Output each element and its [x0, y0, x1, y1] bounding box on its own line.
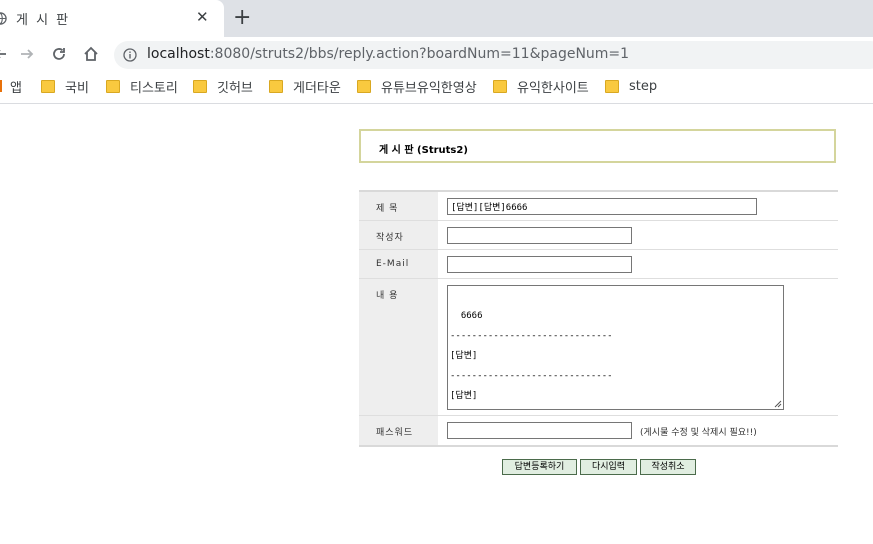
folder-icon — [193, 79, 207, 93]
reload-icon[interactable] — [50, 43, 68, 65]
bookmark-folder[interactable]: 국비 — [41, 77, 89, 96]
back-icon[interactable] — [0, 43, 8, 65]
folder-icon — [41, 79, 55, 93]
page-title: 게 시 판 (Struts2) — [379, 145, 468, 156]
password-hint: (게시물 수정 및 삭제시 필요!!) — [640, 428, 757, 438]
browser-tab[interactable]: 게 시 판 ✕ — [0, 0, 224, 37]
tab-strip: 게 시 판 ✕ + — [0, 0, 873, 37]
tab-title: 게 시 판 — [16, 13, 71, 28]
email-field[interactable] — [447, 256, 632, 273]
content-textarea[interactable]: 6666 ------------------------------ [답변]… — [447, 285, 784, 410]
cancel-button[interactable]: 작성취소 — [640, 459, 696, 475]
toolbar: localhost:8080/struts2/bbs/reply.action?… — [0, 37, 873, 71]
folder-icon — [106, 79, 120, 93]
bookmark-folder[interactable]: 유익한사이트 — [493, 77, 589, 96]
info-icon[interactable] — [123, 48, 137, 62]
reset-button[interactable]: 다시입력 — [580, 459, 637, 475]
password-field[interactable] — [447, 422, 632, 439]
folder-icon — [269, 79, 283, 93]
address-bar[interactable]: localhost:8080/struts2/bbs/reply.action?… — [114, 41, 873, 69]
new-tab-icon[interactable]: + — [233, 5, 251, 30]
bookmark-folder[interactable]: 티스토리 — [106, 77, 178, 96]
writer-field[interactable] — [447, 227, 632, 244]
folder-icon — [605, 79, 619, 93]
bookmark-apps[interactable]: 앱 — [0, 77, 22, 96]
folder-icon — [493, 79, 507, 93]
subject-label: 제 목 — [376, 204, 399, 214]
resize-grip-icon[interactable] — [774, 400, 782, 408]
form-bottom-border — [359, 445, 838, 447]
password-label: 패스워드 — [376, 428, 414, 438]
board-title-box: 게 시 판 (Struts2) — [359, 129, 836, 163]
home-icon[interactable] — [81, 43, 101, 65]
bookmark-folder[interactable]: 유튜브유익한영상 — [357, 77, 477, 96]
content-label: 내 용 — [376, 291, 399, 301]
bookmark-folder[interactable]: 게더타운 — [269, 77, 341, 96]
apps-icon — [0, 80, 2, 92]
folder-icon — [357, 79, 371, 93]
close-icon[interactable]: ✕ — [196, 8, 209, 26]
bookmark-folder[interactable]: step — [605, 77, 657, 95]
writer-label: 작성자 — [376, 233, 404, 243]
url-text: localhost:8080/struts2/bbs/reply.action?… — [147, 46, 630, 62]
subject-field[interactable]: [답변][답변]6666 — [447, 198, 757, 215]
bookmark-folder[interactable]: 깃허브 — [193, 77, 253, 96]
globe-icon — [0, 12, 7, 25]
submit-reply-button[interactable]: 답변등록하기 — [502, 459, 577, 475]
bookmarks-bar: 앱 국비 티스토리 깃허브 게더타운 유튜브유익한영상 유익한사이트 step — [0, 71, 873, 104]
forward-icon[interactable] — [18, 43, 36, 65]
email-label: E-Mail — [376, 259, 410, 269]
